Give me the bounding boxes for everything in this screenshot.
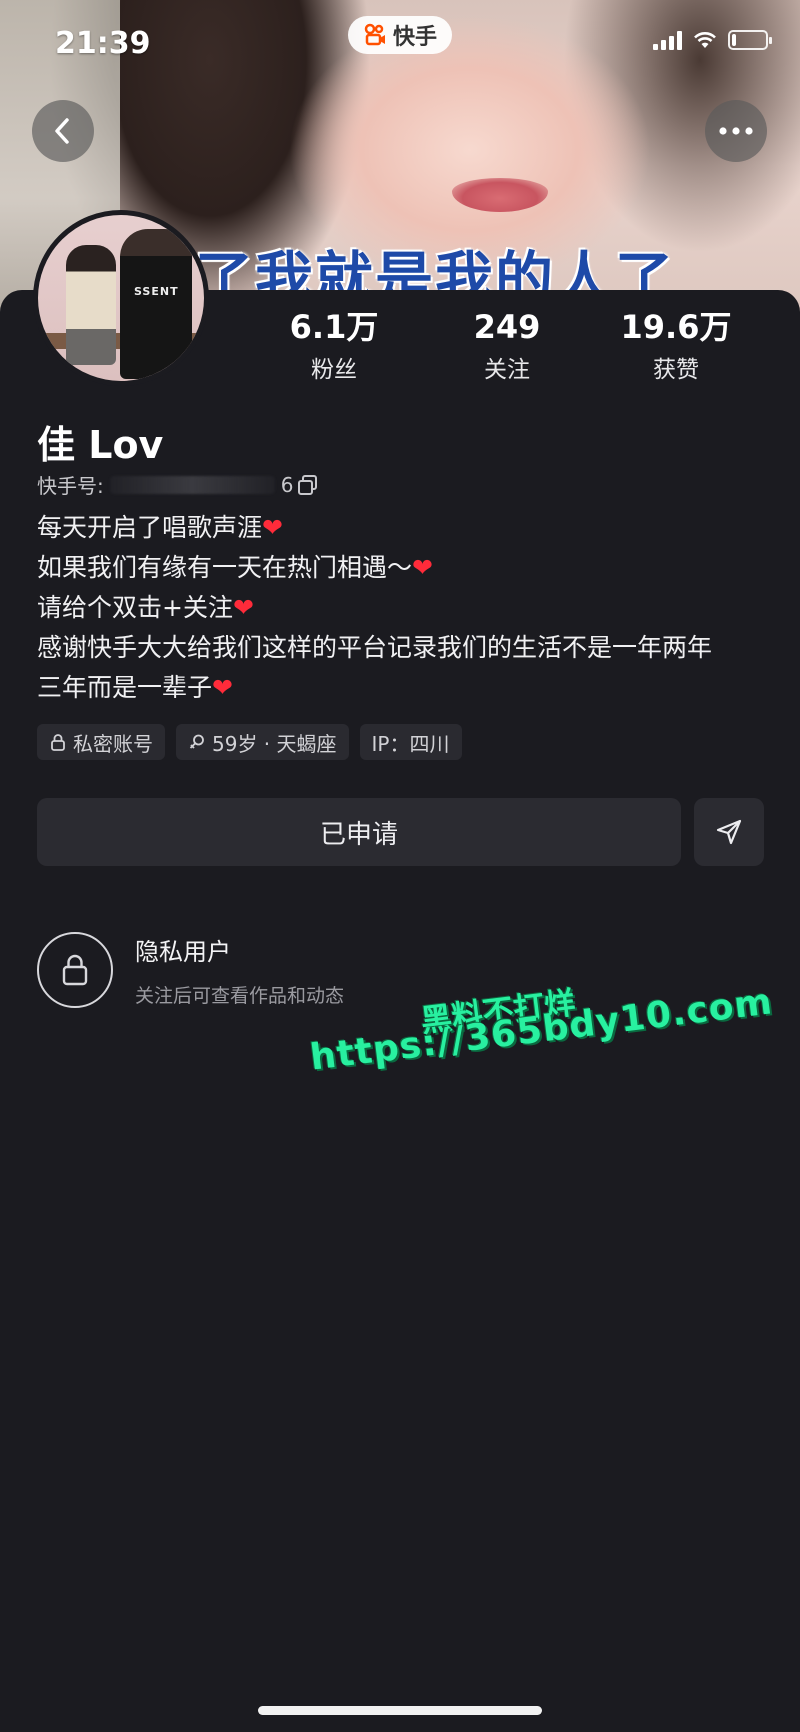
home-indicator[interactable] bbox=[258, 1706, 542, 1715]
account-id-label: 快手号: bbox=[37, 474, 104, 498]
avatar-shirt-text: SSENT bbox=[134, 285, 179, 298]
stat-followers-value: 6.1万 bbox=[289, 308, 379, 346]
bio-line: 每天开启了唱歌声涯❤ bbox=[37, 513, 283, 542]
profile-bio: 每天开启了唱歌声涯❤ 如果我们有缘有一天在热门相遇～❤ 请给个双击+关注❤ 感谢… bbox=[37, 508, 777, 708]
status-time: 21:39 bbox=[55, 26, 151, 61]
stat-likes-value: 19.6万 bbox=[620, 308, 732, 346]
stat-followers[interactable]: 6.1万 粉丝 bbox=[259, 308, 409, 384]
profile-stats: 6.1万 粉丝 249 关注 19.6万 获赞 bbox=[0, 308, 800, 388]
account-id-suffix: 6 bbox=[280, 472, 294, 497]
female-icon bbox=[189, 734, 204, 749]
battery-icon bbox=[728, 30, 772, 50]
tag-private-account-label: 私密账号 bbox=[73, 731, 153, 756]
app-indicator-pill[interactable]: 快手 bbox=[348, 16, 452, 54]
stat-followers-label: 粉丝 bbox=[311, 357, 357, 383]
send-icon bbox=[716, 819, 742, 845]
account-id-row: 快手号: 6 bbox=[37, 470, 319, 499]
profile-tags: 私密账号 59岁 · 天蝎座 IP：四川 bbox=[37, 724, 462, 760]
copy-icon[interactable] bbox=[297, 474, 319, 496]
app-name: 快手 bbox=[392, 25, 437, 50]
applied-button[interactable]: 已申请 bbox=[37, 798, 681, 866]
stat-following-label: 关注 bbox=[484, 357, 530, 383]
tag-ip-location: IP：四川 bbox=[359, 724, 462, 760]
profile-name: 佳 Lov bbox=[37, 423, 164, 467]
heart-icon: ❤ bbox=[212, 673, 233, 702]
lock-icon bbox=[62, 954, 88, 986]
tag-age-zodiac-label: 59岁 · 天蝎座 bbox=[212, 731, 337, 756]
stat-following[interactable]: 249 关注 bbox=[432, 308, 582, 384]
tag-age-zodiac[interactable]: 59岁 · 天蝎座 bbox=[176, 724, 349, 760]
stat-following-value: 249 bbox=[473, 308, 541, 346]
wifi-icon bbox=[694, 32, 716, 48]
private-user-notice: 隐私用户 关注后可查看作品和动态 bbox=[37, 932, 344, 1008]
bio-line: 如果我们有缘有一天在热门相遇～❤ bbox=[37, 553, 433, 582]
heart-icon: ❤ bbox=[262, 513, 283, 542]
stat-likes[interactable]: 19.6万 获赞 bbox=[601, 308, 751, 384]
back-button[interactable] bbox=[32, 100, 94, 162]
private-lock-badge bbox=[37, 932, 113, 1008]
tag-private-account[interactable]: 私密账号 bbox=[37, 724, 165, 760]
more-options-button[interactable] bbox=[705, 100, 767, 162]
heart-icon: ❤ bbox=[412, 553, 433, 582]
stat-likes-label: 获赞 bbox=[653, 357, 699, 383]
tag-ip-location-label: IP：四川 bbox=[371, 731, 450, 756]
bio-line: 感谢快手大大给我们这样的平台记录我们的生活不是一年两年 bbox=[37, 633, 713, 662]
heart-icon: ❤ bbox=[232, 593, 254, 622]
cellular-signal-icon bbox=[653, 30, 682, 50]
status-indicators bbox=[653, 30, 772, 50]
account-id-masked bbox=[109, 475, 275, 494]
cover-face-detail bbox=[452, 178, 548, 212]
lock-icon bbox=[51, 734, 65, 751]
bio-line: 三年而是一辈子❤ bbox=[37, 673, 233, 702]
bio-line: 请给个双击+关注❤ bbox=[37, 593, 254, 622]
chevron-left-icon bbox=[55, 118, 69, 144]
send-message-button[interactable] bbox=[694, 798, 764, 866]
more-dots-icon bbox=[719, 127, 753, 135]
private-user-subtitle: 关注后可查看作品和动态 bbox=[135, 985, 345, 1007]
private-user-title: 隐私用户 bbox=[135, 938, 231, 966]
kuaishou-logo-icon bbox=[364, 23, 385, 46]
